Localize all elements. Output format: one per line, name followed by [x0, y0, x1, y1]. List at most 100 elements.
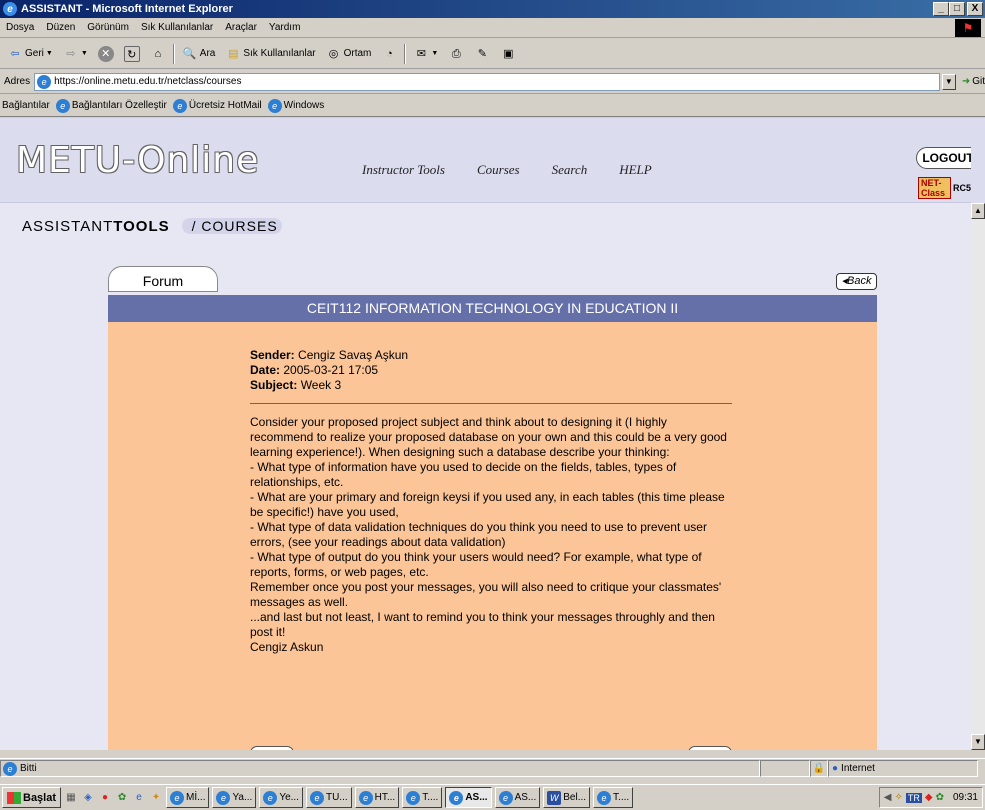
breadcrumb-current: / COURSES — [181, 218, 282, 234]
menu-file[interactable]: Dosya — [0, 22, 40, 33]
lock-icon: 🔒 — [810, 760, 828, 777]
volume-icon[interactable]: ◀ — [884, 792, 892, 803]
logout-button[interactable]: LOGOUT — [916, 147, 971, 169]
taskbar-item[interactable]: e HT... — [354, 787, 400, 808]
media-icon: ◎ — [328, 47, 339, 60]
page-icon: e — [37, 74, 52, 89]
site-logo[interactable]: METU-Online — [16, 140, 259, 181]
site-banner: METU-Online Instructor Tools Courses Sea… — [0, 118, 971, 203]
favorites-button[interactable]: ▤ Sık Kullanılanlar — [222, 46, 318, 62]
globe-icon: ● — [832, 763, 839, 774]
chevron-down-icon: ▼ — [80, 50, 88, 57]
word-icon: W — [547, 790, 562, 805]
messenger-tray-icon[interactable]: ✿ — [936, 792, 944, 803]
maximize-button[interactable]: □ — [949, 2, 965, 16]
taskbar-item[interactable]: e Ye... — [259, 787, 303, 808]
minimize-button[interactable]: _ — [933, 2, 949, 16]
forward-button[interactable]: ⇨ ▼ — [60, 46, 91, 62]
window-titlebar[interactable]: e ASSISTANT - Microsoft Internet Explore… — [0, 0, 985, 18]
back-button[interactable]: ⇦ Geri ▼ — [4, 46, 56, 62]
refresh-icon: ↻ — [123, 45, 140, 62]
taskbar-item[interactable]: e T.... — [402, 787, 443, 808]
ie-icon: e — [172, 98, 187, 113]
nav-courses[interactable]: Courses — [477, 162, 520, 178]
language-icon[interactable]: TR — [905, 792, 922, 803]
refresh-button[interactable]: ↻ — [121, 45, 143, 62]
address-input[interactable]: e https://online.metu.edu.tr/netclass/co… — [34, 72, 940, 91]
msn-icon[interactable]: ✦ — [149, 791, 163, 805]
chevron-down-icon: ▼ — [431, 50, 439, 57]
back-link-button[interactable]: ◂Back — [836, 273, 877, 290]
ie-icon: e — [263, 790, 278, 805]
edit-icon: ✎ — [477, 47, 487, 60]
toolbar-separator — [404, 43, 407, 64]
vertical-scrollbar[interactable]: ▲ ▼ — [971, 203, 985, 750]
forum-tab[interactable]: Forum — [108, 266, 218, 292]
link-windows[interactable]: e Windows — [267, 98, 324, 113]
go-button[interactable]: ➜ Git — [962, 76, 985, 87]
explorer-icon[interactable]: ◈ — [81, 791, 95, 805]
message-body: Consider your proposed project subject a… — [250, 415, 727, 654]
ie-icon: e — [170, 790, 185, 805]
nav-search[interactable]: Search — [552, 162, 588, 178]
taskbar-item[interactable]: e AS... — [494, 787, 541, 808]
links-label: Bağlantılar — [2, 100, 50, 111]
windows-flag-icon — [7, 791, 21, 804]
scroll-up-button[interactable]: ▲ — [971, 203, 985, 219]
nav-help[interactable]: HELP — [619, 162, 652, 178]
menu-view[interactable]: Görünüm — [81, 22, 135, 33]
discuss-icon: ▣ — [503, 47, 514, 60]
start-button[interactable]: Başlat — [2, 787, 62, 808]
menu-tools[interactable]: Araçlar — [219, 22, 263, 33]
home-icon: ⌂ — [154, 47, 162, 60]
media-player-icon[interactable]: ● — [98, 791, 112, 805]
scrollbar-top-area — [971, 118, 985, 203]
antivirus-icon[interactable]: ◆ — [925, 792, 933, 803]
next-button[interactable] — [688, 746, 732, 750]
breadcrumb: ASSISTANTTOOLS / COURSES — [22, 218, 282, 235]
network-icon[interactable]: ✧ — [894, 792, 902, 803]
show-desktop-icon[interactable]: ▦ — [64, 791, 78, 805]
taskbar-item[interactable]: e Mİ... — [166, 787, 210, 808]
scroll-down-button[interactable]: ▼ — [971, 734, 985, 750]
print-button[interactable]: ⎙ — [445, 46, 467, 62]
mail-icon: ✉ — [416, 47, 426, 60]
discuss-button[interactable]: ▣ — [497, 46, 519, 62]
forward-arrow-icon: ⇨ — [66, 47, 76, 60]
divider — [250, 403, 732, 404]
menu-help[interactable]: Yardım — [263, 22, 307, 33]
link-hotmail[interactable]: e Ücretsiz HotMail — [172, 98, 262, 113]
links-bar: Bağlantılar e Bağlantıları Özelleştir e Üc… — [0, 95, 985, 117]
messenger-icon[interactable]: ✿ — [115, 791, 129, 805]
mail-button[interactable]: ✉ ▼ — [410, 46, 441, 62]
home-button[interactable]: ⌂ — [147, 46, 169, 62]
go-arrow-icon: ➜ — [961, 76, 971, 87]
taskbar-item[interactable]: e TU... — [305, 787, 352, 808]
course-title: CEIT112 INFORMATION TECHNOLOGY IN EDUCAT… — [108, 295, 877, 322]
media-button[interactable]: ◎ Ortam — [323, 46, 375, 62]
ie-icon: e — [55, 98, 70, 113]
history-icon: ◔ — [386, 47, 393, 60]
message-sender: Sender: Cengiz Savaş Aşkun — [250, 348, 409, 362]
taskbar-item[interactable]: e Ya... — [212, 787, 257, 808]
link-customize[interactable]: e Bağlantıları Özelleştir — [55, 98, 167, 113]
address-dropdown-button[interactable]: ▼ — [941, 73, 956, 90]
history-button[interactable]: ◔ — [378, 46, 400, 62]
menu-edit[interactable]: Düzen — [40, 22, 81, 33]
ie-icon: e — [358, 790, 373, 805]
edit-button[interactable]: ✎ — [471, 46, 493, 62]
stop-button[interactable]: ✕ — [95, 45, 117, 62]
windows-logo-icon: ⚑ — [955, 19, 981, 37]
taskbar-item[interactable]: W Bel... — [543, 787, 591, 808]
taskbar-item-active[interactable]: e AS... — [445, 787, 492, 808]
ie-icon: e — [3, 761, 17, 776]
taskbar-item[interactable]: e T.... — [593, 787, 634, 808]
close-button[interactable]: X — [967, 2, 983, 16]
search-button[interactable]: 🔍 Ara — [179, 46, 219, 62]
search-icon: 🔍 — [182, 47, 197, 60]
ie-quicklaunch-icon[interactable]: e — [132, 791, 146, 805]
nav-instructor-tools[interactable]: Instructor Tools — [362, 162, 445, 178]
chevron-down-icon: ▼ — [45, 50, 53, 57]
menu-favorites[interactable]: Sık Kullanılanlar — [135, 22, 219, 33]
reply-button[interactable] — [250, 746, 294, 750]
